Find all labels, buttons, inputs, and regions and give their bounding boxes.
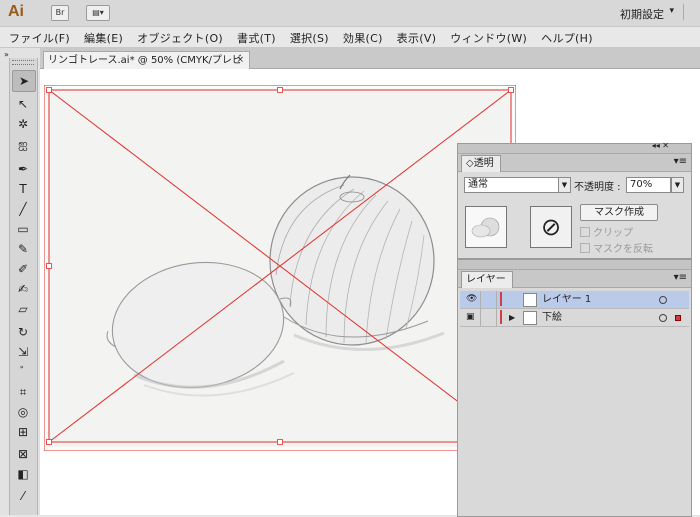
expand-arrow-icon[interactable]: ▶ <box>509 309 515 326</box>
pen-tool-icon[interactable]: ✒ <box>12 159 34 179</box>
menu-file[interactable]: ファイル(F) <box>0 27 75 46</box>
resize-handle <box>46 439 52 445</box>
selection-tool-icon[interactable]: ➤ <box>12 70 36 92</box>
make-mask-button[interactable]: マスク作成 <box>580 204 658 221</box>
layer-name[interactable]: レイヤー 1 <box>542 291 591 308</box>
panel-menu-icon[interactable]: ▾≡ <box>674 156 687 167</box>
gradient-tool-icon[interactable]: ◧ <box>12 464 34 484</box>
transparency-panel: ◂◂ ✕ ◇透明 ▾≡ 通常 ▼ 不透明度 : 70% ▼ ⊘ マスク作成 クリ… <box>457 141 692 259</box>
lasso-tool-icon[interactable]: ஐ <box>12 134 34 154</box>
divider <box>496 291 497 308</box>
collapse-icon[interactable]: ◂◂ ✕ <box>652 141 669 150</box>
tab-layers[interactable]: レイヤー <box>461 271 513 288</box>
blend-mode-select[interactable]: 通常 <box>464 177 561 193</box>
layer-name[interactable]: 下絵 <box>542 309 562 326</box>
panel-tab-row: ◇透明 ▾≡ <box>458 154 691 172</box>
app-logo: Ai <box>8 3 24 20</box>
shape-builder-tool-icon[interactable]: ◎ <box>12 402 34 422</box>
target-circle-icon[interactable] <box>659 296 667 304</box>
layer-color-bar <box>500 310 502 324</box>
menu-view[interactable]: 表示(V) <box>388 27 442 46</box>
magic-wand-tool-icon[interactable]: ✲ <box>12 114 34 134</box>
invert-mask-label: マスクを反転 <box>593 244 653 255</box>
resize-handle <box>508 87 514 93</box>
resize-handle <box>46 263 52 269</box>
eye-icon[interactable]: 👁 <box>466 291 477 308</box>
thumbnail-sketch-icon <box>471 217 500 238</box>
rectangle-tool-icon[interactable]: ▭ <box>12 219 34 239</box>
chevron-down-icon[interactable]: ▾ <box>669 6 674 16</box>
divider <box>480 309 481 326</box>
resize-handle <box>46 87 52 93</box>
resize-handle <box>277 439 283 445</box>
menu-window[interactable]: ウィンドウ(W) <box>441 27 532 46</box>
divider <box>683 4 684 20</box>
panel-grip[interactable] <box>12 60 34 65</box>
workspace-switcher[interactable]: 初期設定 <box>620 6 664 22</box>
eyedropper-tool-icon[interactable]: ⁄ <box>12 486 34 506</box>
menu-type[interactable]: 書式(T) <box>228 27 281 46</box>
application-bar: Ai Br ▤▾ 初期設定 ▾ <box>0 0 700 27</box>
eraser-tool-icon[interactable]: ▱ <box>12 299 34 319</box>
layer-row[interactable]: ▣ ▶ 下絵 <box>460 309 689 327</box>
menu-object[interactable]: オブジェクト(O) <box>128 27 228 46</box>
tools-panel: ➤ ↖ ✲ ஐ ✒ T ╱ ▭ ✎ ✐ ✍ ▱ ↻ ⇲ ﾞ ⌗ ◎ ⊞ ⊠ ◧ ⁄ <box>9 58 38 515</box>
bridge-button[interactable]: Br <box>51 5 69 21</box>
layer-thumbnail <box>523 293 537 307</box>
clip-label: クリップ <box>593 228 633 239</box>
layer-color-bar <box>500 292 502 306</box>
artboard[interactable] <box>44 85 516 451</box>
layer-thumbnail <box>523 311 537 325</box>
layer-row[interactable]: 👁 レイヤー 1 <box>460 291 689 309</box>
rotate-tool-icon[interactable]: ↻ <box>12 322 34 342</box>
menu-effect[interactable]: 効果(C) <box>334 27 388 46</box>
object-thumbnail <box>465 206 507 248</box>
selection-indicator[interactable] <box>675 315 681 321</box>
tab-transparency[interactable]: ◇透明 <box>461 155 501 172</box>
opacity-label: 不透明度 : <box>574 182 621 193</box>
arrange-documents-button[interactable]: ▤▾ <box>86 5 110 21</box>
menu-help[interactable]: ヘルプ(H) <box>532 27 598 46</box>
blob-brush-tool-icon[interactable]: ✍ <box>12 279 34 299</box>
clip-checkbox[interactable]: クリップ <box>580 224 633 239</box>
template-layer-icon[interactable]: ▣ <box>466 309 475 326</box>
invert-mask-checkbox[interactable]: マスクを反転 <box>580 240 653 255</box>
divider <box>480 291 481 308</box>
no-mask-icon: ⊘ <box>530 206 572 248</box>
panel-tab-row: レイヤー ▾≡ <box>458 270 691 288</box>
mesh-tool-icon[interactable]: ⊠ <box>12 444 34 464</box>
chevron-down-icon[interactable]: ▼ <box>671 177 684 193</box>
panel-menu-icon[interactable]: ▾≡ <box>674 272 687 283</box>
document-tab[interactable]: リンゴトレース.ai* @ 50% (CMYK/プレビュー) × <box>43 51 250 83</box>
scale-tool-icon[interactable]: ⇲ <box>12 342 34 362</box>
target-circle-icon[interactable] <box>659 314 667 322</box>
opacity-input[interactable]: 70% <box>626 177 671 193</box>
layers-panel: レイヤー ▾≡ 👁 レイヤー 1 ▣ ▶ 下絵 <box>457 259 692 517</box>
menu-select[interactable]: 選択(S) <box>281 27 334 46</box>
chevron-down-icon[interactable]: ▼ <box>558 177 571 193</box>
pencil-tool-icon[interactable]: ✐ <box>12 259 34 279</box>
panel-header[interactable]: ◂◂ ✕ <box>458 141 691 154</box>
type-tool-icon[interactable]: T <box>12 179 34 199</box>
perspective-grid-tool-icon[interactable]: ⊞ <box>12 422 34 442</box>
menu-bar: ファイル(F) 編集(E) オブジェクト(O) 書式(T) 選択(S) 効果(C) 表示(V… <box>0 27 700 48</box>
paintbrush-tool-icon[interactable]: ✎ <box>12 239 34 259</box>
panel-header[interactable] <box>458 260 691 270</box>
transparency-tab-label: 透明 <box>473 158 494 169</box>
menu-edit[interactable]: 編集(E) <box>75 27 128 46</box>
line-tool-icon[interactable]: ╱ <box>12 199 34 219</box>
direct-selection-tool-icon[interactable]: ↖ <box>12 94 34 114</box>
resize-handle <box>277 87 283 93</box>
free-transform-tool-icon[interactable]: ⌗ <box>12 382 34 402</box>
divider <box>496 309 497 326</box>
warp-tool-icon[interactable]: ﾞ <box>12 362 34 382</box>
close-icon[interactable]: × <box>236 52 244 69</box>
